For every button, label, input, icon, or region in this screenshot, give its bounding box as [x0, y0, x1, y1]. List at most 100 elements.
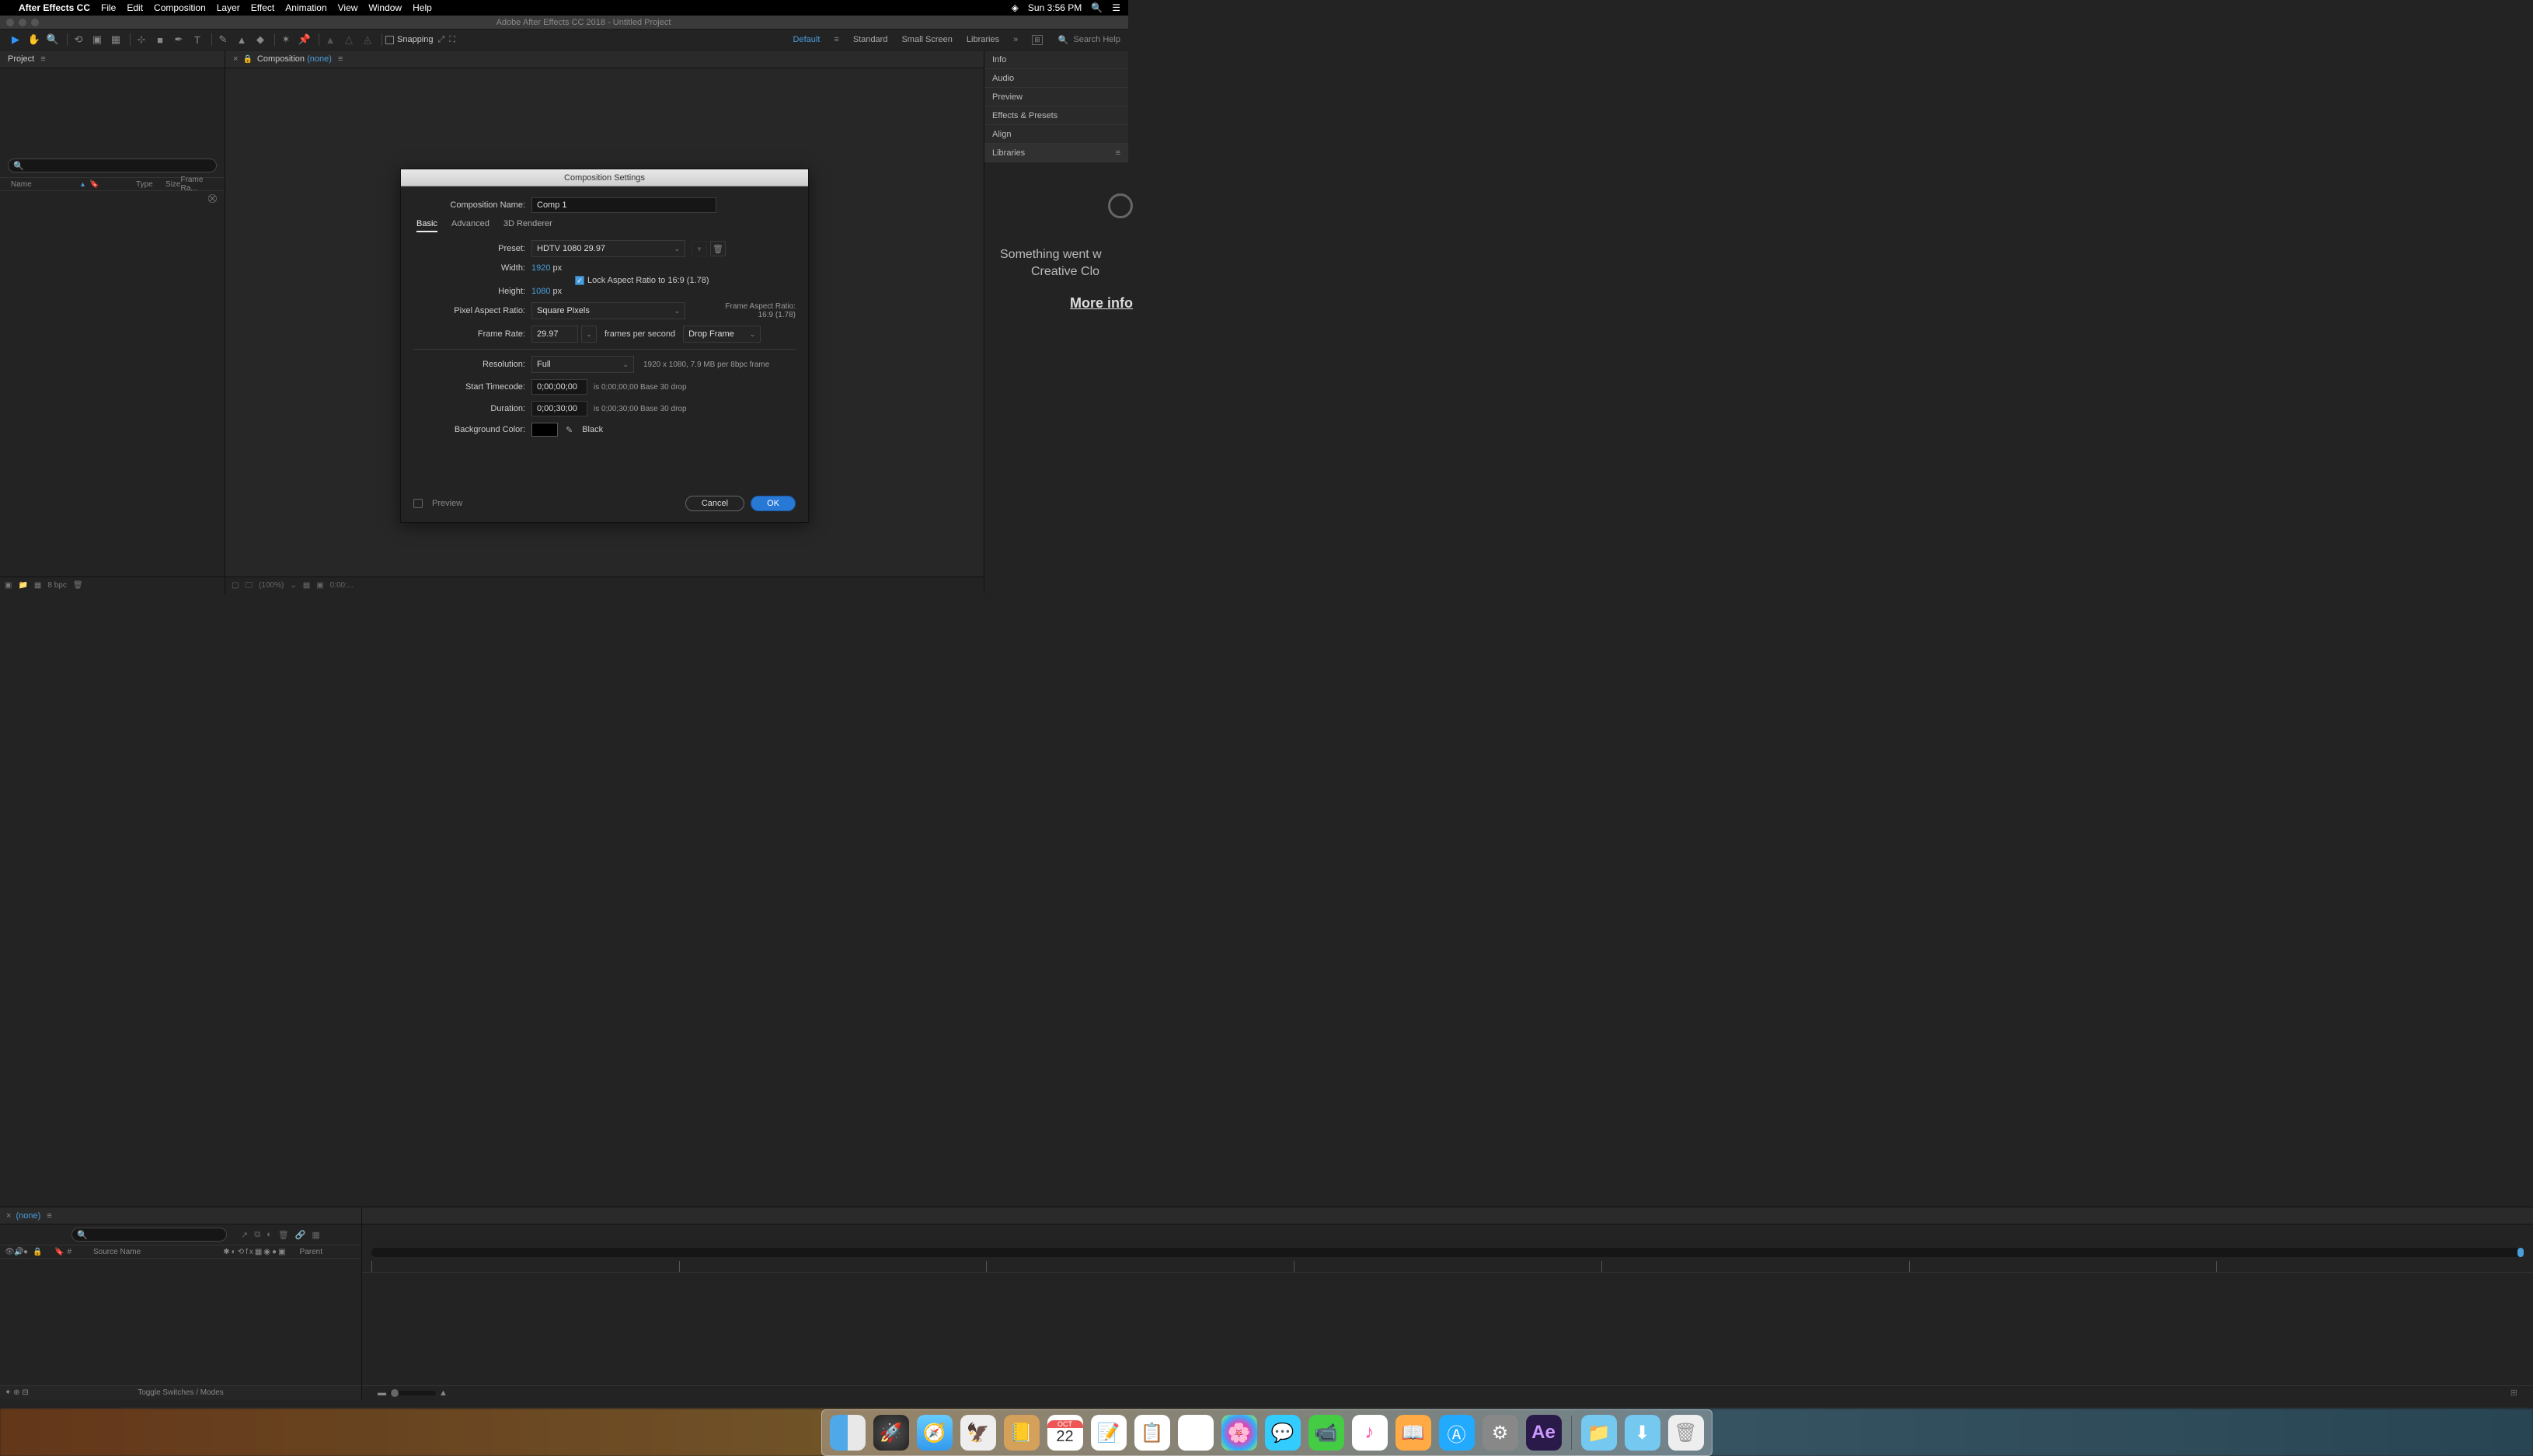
menu-help[interactable]: Help [413, 2, 432, 13]
par-select[interactable]: Square Pixels⌄ [531, 302, 685, 319]
snapping-checkbox[interactable] [385, 36, 394, 44]
tl-tool4[interactable]: 🗑 [278, 1230, 289, 1240]
close-icon[interactable]: × [6, 1211, 11, 1221]
tab-3d-renderer[interactable]: 3D Renderer [503, 219, 552, 232]
timeline-tab[interactable]: × (none) ≡ [0, 1207, 361, 1224]
menu-composition[interactable]: Composition [154, 2, 206, 13]
panel-menu-icon[interactable]: ≡ [40, 54, 44, 64]
world-axis-icon[interactable]: △ [341, 32, 357, 47]
spotlight-icon[interactable]: 🔍 [1091, 2, 1103, 13]
project-columns[interactable]: Name▴ 🔖 Type Size Frame Ra... [0, 177, 225, 191]
view-axis-icon[interactable]: ◬ [360, 32, 375, 47]
stc-input[interactable] [531, 379, 587, 395]
brush-tool[interactable]: ✎ [215, 32, 231, 47]
dock-aftereffects[interactable]: Ae [1526, 1415, 1562, 1451]
composition-tab[interactable]: × 🔒 Composition (none) ≡ [225, 51, 984, 68]
dock-calendar[interactable]: OCT 22 [1047, 1415, 1083, 1451]
menu-effect[interactable]: Effect [251, 2, 274, 13]
workspace-libraries[interactable]: Libraries [967, 35, 999, 44]
dock-trash[interactable]: 🗑 [1668, 1415, 1704, 1451]
selection-tool[interactable]: ▶ [8, 32, 23, 47]
traffic-max[interactable] [31, 19, 39, 26]
project-search[interactable]: 🔍 [8, 158, 217, 172]
comp-button-icon[interactable]: ⊞ [2510, 1388, 2517, 1398]
tab-info[interactable]: Info [984, 51, 1128, 69]
dock-mail[interactable]: 🦅 [960, 1415, 996, 1451]
dropframe-select[interactable]: Drop Frame⌄ [683, 326, 761, 343]
local-axis-icon[interactable]: ▲ [322, 32, 338, 47]
dock-ibooks[interactable]: 📖 [1395, 1415, 1431, 1451]
width-value[interactable]: 1920 [531, 263, 550, 273]
tl-tool5[interactable]: 🔗 [295, 1230, 306, 1240]
project-tab[interactable]: Project≡ [0, 51, 225, 68]
timeline-search[interactable]: 🔍 [71, 1228, 227, 1242]
toggle-switches-button[interactable]: Toggle Switches / Modes [138, 1388, 224, 1397]
res-icon[interactable]: ▦ [303, 581, 310, 590]
app-name[interactable]: After Effects CC [19, 2, 90, 13]
bpc-button[interactable]: 8 bpc [47, 581, 66, 590]
traffic-close[interactable] [6, 19, 14, 26]
time-display[interactable]: 0:00:... [330, 581, 354, 590]
clone-tool[interactable]: ▲ [234, 32, 249, 47]
res-select[interactable]: Full⌄ [531, 356, 634, 373]
workspace-standard[interactable]: Standard [853, 35, 888, 44]
tab-align[interactable]: Align [984, 125, 1128, 144]
shape-tool[interactable]: ■ [152, 32, 168, 47]
menu-layer[interactable]: Layer [217, 2, 240, 13]
tab-basic[interactable]: Basic [416, 219, 437, 232]
orbit-tool[interactable]: ⟲ [71, 32, 86, 47]
tl-tool3[interactable]: ◐ [267, 1230, 272, 1240]
dock-contacts[interactable]: 📒 [1004, 1415, 1040, 1451]
menu-window[interactable]: Window [368, 2, 402, 13]
flowchart-icon[interactable]: ⛒ [0, 191, 225, 207]
dock-launchpad[interactable]: 🚀 [873, 1415, 909, 1451]
alpha-icon[interactable]: ▢ [232, 581, 239, 590]
libraries-more-info-link[interactable]: More info [1000, 295, 1133, 312]
dock-finder[interactable] [830, 1415, 866, 1451]
frame-blend-icon[interactable]: ✦ ⊕ ⊟ [5, 1388, 29, 1397]
ok-button[interactable]: OK [751, 496, 796, 511]
text-tool[interactable]: T [190, 32, 205, 47]
pen-tool[interactable]: ✒ [171, 32, 186, 47]
tab-audio[interactable]: Audio [984, 69, 1128, 88]
close-icon[interactable]: × [233, 54, 238, 64]
roto-tool[interactable]: ✶ [278, 32, 294, 47]
dock-notes[interactable]: 📝 [1091, 1415, 1127, 1451]
cancel-button[interactable]: Cancel [685, 496, 744, 511]
menu-edit[interactable]: Edit [127, 2, 143, 13]
workspace-default[interactable]: Default [793, 35, 821, 44]
dock-itunes[interactable]: ♪ [1352, 1415, 1388, 1451]
dock-messages[interactable]: 💬 [1265, 1415, 1301, 1451]
snapping-toggle[interactable]: Snapping ⤢ ⛶ [385, 35, 455, 45]
dur-input[interactable] [531, 401, 587, 416]
lock-icon[interactable]: 🔒 [242, 55, 252, 64]
lock-aspect-checkbox[interactable]: ✓ [575, 276, 584, 285]
tab-advanced[interactable]: Advanced [451, 219, 490, 232]
save-preset-icon[interactable]: ▾ [692, 241, 707, 256]
traffic-min[interactable] [19, 19, 26, 26]
delete-preset-icon[interactable]: 🗑 [710, 241, 726, 256]
height-value[interactable]: 1080 [531, 287, 550, 296]
preview-checkbox[interactable] [413, 499, 423, 508]
time-navigator[interactable] [371, 1248, 2524, 1257]
dock-maps[interactable]: 🗺 [1178, 1415, 1214, 1451]
zoom-tool[interactable]: 🔍 [45, 32, 61, 47]
zoom-slider[interactable] [389, 1391, 436, 1395]
panel-menu-icon[interactable]: ≡ [338, 54, 343, 64]
hand-tool[interactable]: ✋ [26, 32, 42, 47]
menu-animation[interactable]: Animation [285, 2, 326, 13]
display-icon[interactable]: 🖵 [245, 581, 253, 590]
dock-reminders[interactable]: 📋 [1134, 1415, 1170, 1451]
tab-preview[interactable]: Preview [984, 88, 1128, 106]
dock-safari[interactable]: 🧭 [917, 1415, 953, 1451]
camera-tool[interactable]: ▦ [108, 32, 124, 47]
dock-settings[interactable]: ⚙ [1483, 1415, 1518, 1451]
eraser-tool[interactable]: ◆ [253, 32, 268, 47]
search-help[interactable]: 🔍 Search Help [1058, 35, 1120, 45]
tl-tool6[interactable]: ▦ [312, 1230, 319, 1240]
rotate-tool[interactable]: ▣ [89, 32, 105, 47]
puppet-tool[interactable]: 📌 [297, 32, 312, 47]
fr-input[interactable]: 29.97 [531, 326, 578, 343]
dock-applications-folder[interactable]: 📁 [1581, 1415, 1617, 1451]
menu-list-icon[interactable]: ☰ [1112, 2, 1120, 13]
